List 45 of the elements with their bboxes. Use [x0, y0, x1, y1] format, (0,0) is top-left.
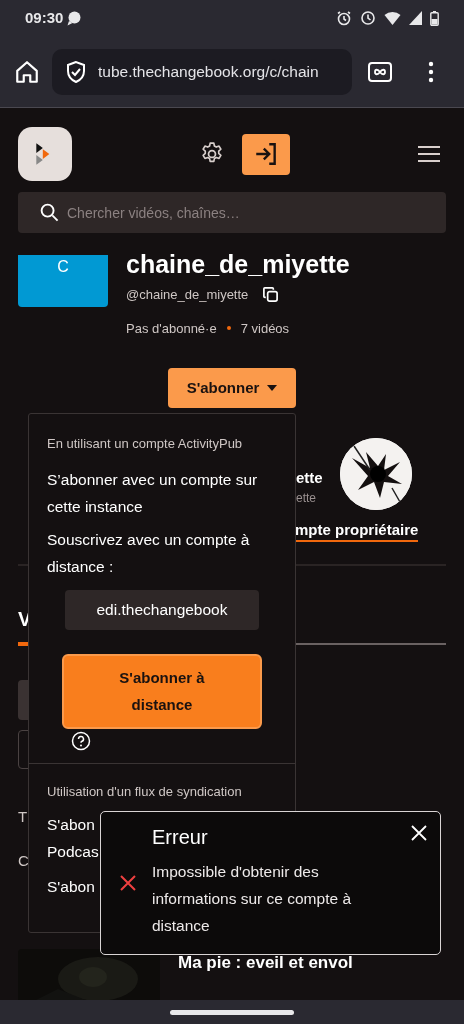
alarm-icon — [336, 10, 352, 26]
signal-icon — [409, 11, 422, 25]
subscribe-button[interactable]: S'abonner — [168, 368, 296, 408]
url-text: tube.thechangebook.org/c/chain — [98, 61, 319, 82]
avatar-letter: C — [57, 257, 69, 277]
site-logo[interactable] — [18, 127, 72, 181]
copy-icon[interactable] — [262, 286, 280, 304]
login-button[interactable] — [242, 133, 290, 175]
remote-subscribe-button[interactable]: S'abonner à distance — [62, 653, 262, 729]
menu-heading: Utilisation d'un flux de syndication — [47, 782, 243, 801]
section-label: C — [18, 851, 29, 871]
caret-icon — [267, 385, 278, 391]
toast-message: Impossible d'obtenir des informations sur ce compte à distance — [152, 862, 352, 936]
channel-name: chaine_de_miyette — [126, 249, 350, 279]
wifi-icon — [384, 10, 401, 26]
address-bar[interactable]: tube.thechangebook.org/c/chain — [52, 48, 352, 95]
help-icon[interactable] — [71, 730, 91, 751]
channel-handle: @chaine_de_miyette — [126, 286, 249, 304]
home-icon[interactable] — [14, 58, 40, 85]
menu-item[interactable]: S'abon Podcas — [47, 811, 103, 865]
shield-check-icon — [64, 59, 88, 84]
clock-icon — [360, 10, 376, 26]
menu-heading: En utilisant un compte ActivityPub — [47, 435, 244, 453]
battery-icon — [430, 10, 439, 26]
video-count: 7 vidéos — [240, 319, 290, 338]
clock-time: 09:30 — [25, 7, 64, 28]
more-vertical-icon[interactable] — [428, 60, 434, 83]
owner-handle: ette — [296, 490, 317, 507]
subscriber-count: Pas d'abonné·e — [126, 319, 217, 338]
search-field[interactable]: Chercher vidéos, chaînes… — [18, 192, 446, 233]
home-indicator[interactable] — [170, 1009, 294, 1015]
close-icon[interactable] — [411, 825, 427, 841]
section-label: T — [18, 807, 28, 827]
menu-item[interactable]: S'abon — [47, 873, 103, 900]
instance-field[interactable]: edi.thechangebook — [65, 589, 259, 630]
menu-icon[interactable] — [418, 145, 440, 163]
menu-item[interactable]: S’abonner avec un compte sur cette instance — [47, 465, 277, 520]
error-icon — [118, 874, 137, 892]
chat-bubble-icon — [66, 10, 83, 26]
owner-name: ette — [296, 469, 323, 487]
sign-in-icon — [253, 141, 279, 167]
toast-title: Erreur — [152, 825, 208, 850]
infinity-tab-icon[interactable] — [368, 61, 392, 82]
search-icon — [40, 203, 59, 222]
menu-label: Souscrivez avec un compte à distance : — [47, 529, 251, 577]
